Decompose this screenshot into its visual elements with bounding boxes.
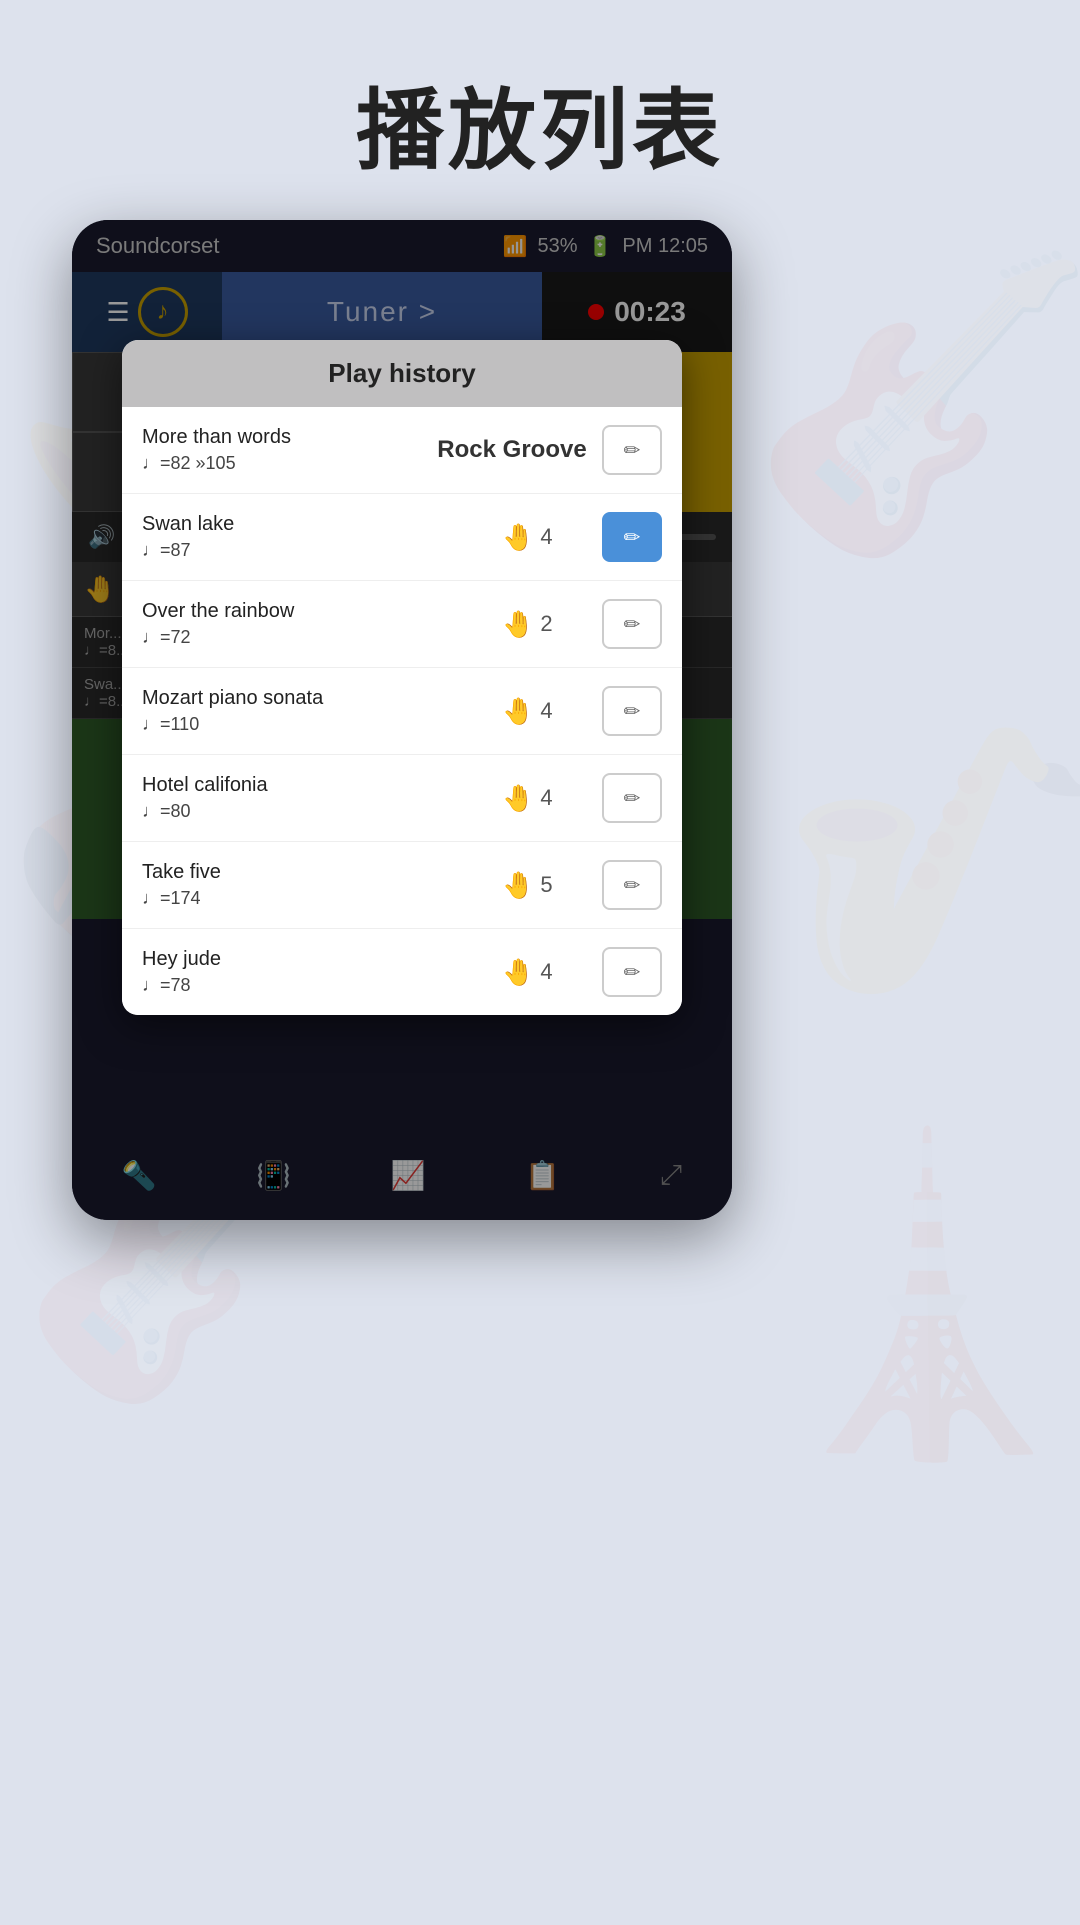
history-item-1[interactable]: Swan lake ♩=87 🤚4 ✏ xyxy=(122,494,682,581)
history-bpm-6: ♩=78 xyxy=(142,975,502,996)
edit-icon-0: ✏ xyxy=(624,438,641,463)
edit-button-6[interactable]: ✏ xyxy=(602,947,662,997)
history-name-1: Swan lake xyxy=(142,513,502,536)
modal-header: Play history xyxy=(122,340,682,407)
history-info-6: Hey jude ♩=78 xyxy=(142,948,502,996)
history-name-6: Hey jude xyxy=(142,948,502,971)
edit-button-1[interactable]: ✏ xyxy=(602,512,662,562)
play-history-modal: Play history More than words ♩=82 »105 R… xyxy=(122,340,682,1015)
modal-overlay: Play history More than words ♩=82 »105 R… xyxy=(72,220,732,1220)
edit-icon-3: ✏ xyxy=(624,699,641,724)
clap-icon-2: 🤚 xyxy=(502,609,534,640)
history-beat-5: 🤚5 xyxy=(502,870,602,901)
edit-icon-5: ✏ xyxy=(624,873,641,898)
history-beat-1: 🤚4 xyxy=(502,522,602,553)
clap-icon-4: 🤚 xyxy=(502,783,534,814)
history-info-2: Over the rainbow ♩=72 xyxy=(142,600,502,648)
edit-icon-6: ✏ xyxy=(624,960,641,985)
clap-icon-6: 🤚 xyxy=(502,957,534,988)
history-name-0: More than words xyxy=(142,426,422,449)
history-bpm-4: ♩=80 xyxy=(142,801,502,822)
history-beat-6: 🤚4 xyxy=(502,957,602,988)
history-info-0: More than words ♩=82 »105 xyxy=(142,426,422,474)
history-item-6[interactable]: Hey jude ♩=78 🤚4 ✏ xyxy=(122,929,682,1015)
svg-text:🎷: 🎷 xyxy=(780,716,1080,1006)
history-bpm-2: ♩=72 xyxy=(142,627,502,648)
history-name-5: Take five xyxy=(142,861,502,884)
history-name-2: Over the rainbow xyxy=(142,600,502,623)
history-style-0: Rock Groove xyxy=(422,436,602,464)
history-bpm-5: ♩=174 xyxy=(142,888,502,909)
history-item-0[interactable]: More than words ♩=82 »105 Rock Groove ✏ xyxy=(122,407,682,494)
clap-icon-1: 🤚 xyxy=(502,522,534,553)
edit-button-3[interactable]: ✏ xyxy=(602,686,662,736)
history-bpm-1: ♩=87 xyxy=(142,540,502,561)
page-title: 播放列表 xyxy=(0,60,1080,187)
edit-icon-2: ✏ xyxy=(624,612,641,637)
history-name-3: Mozart piano sonata xyxy=(142,687,502,710)
edit-button-4[interactable]: ✏ xyxy=(602,773,662,823)
history-info-3: Mozart piano sonata ♩=110 xyxy=(142,687,502,735)
phone-frame: Soundcorset 📶 53% 🔋 PM 12:05 ☰ ♪ Tuner >… xyxy=(72,220,732,1220)
history-beat-2: 🤚2 xyxy=(502,609,602,640)
svg-text:🎸: 🎸 xyxy=(750,246,1080,570)
history-item-2[interactable]: Over the rainbow ♩=72 🤚2 ✏ xyxy=(122,581,682,668)
history-info-4: Hotel califonia ♩=80 xyxy=(142,774,502,822)
history-item-4[interactable]: Hotel califonia ♩=80 🤚4 ✏ xyxy=(122,755,682,842)
clap-icon-3: 🤚 xyxy=(502,696,534,727)
history-item-3[interactable]: Mozart piano sonata ♩=110 🤚4 ✏ xyxy=(122,668,682,755)
history-bpm-0: ♩=82 »105 xyxy=(142,453,422,474)
history-bpm-3: ♩=110 xyxy=(142,714,502,735)
history-info-1: Swan lake ♩=87 xyxy=(142,513,502,561)
edit-icon-1: ✏ xyxy=(624,525,641,550)
edit-icon-4: ✏ xyxy=(624,786,641,811)
history-item-5[interactable]: Take five ♩=174 🤚5 ✏ xyxy=(122,842,682,929)
modal-title: Play history xyxy=(328,358,475,388)
history-beat-4: 🤚4 xyxy=(502,783,602,814)
history-name-4: Hotel califonia xyxy=(142,774,502,797)
clap-icon-5: 🤚 xyxy=(502,870,534,901)
edit-button-5[interactable]: ✏ xyxy=(602,860,662,910)
history-info-5: Take five ♩=174 xyxy=(142,861,502,909)
modal-body: More than words ♩=82 »105 Rock Groove ✏ … xyxy=(122,407,682,1015)
svg-text:🗼: 🗼 xyxy=(740,1119,1080,1466)
edit-button-2[interactable]: ✏ xyxy=(602,599,662,649)
edit-button-0[interactable]: ✏ xyxy=(602,425,662,475)
history-beat-3: 🤚4 xyxy=(502,696,602,727)
